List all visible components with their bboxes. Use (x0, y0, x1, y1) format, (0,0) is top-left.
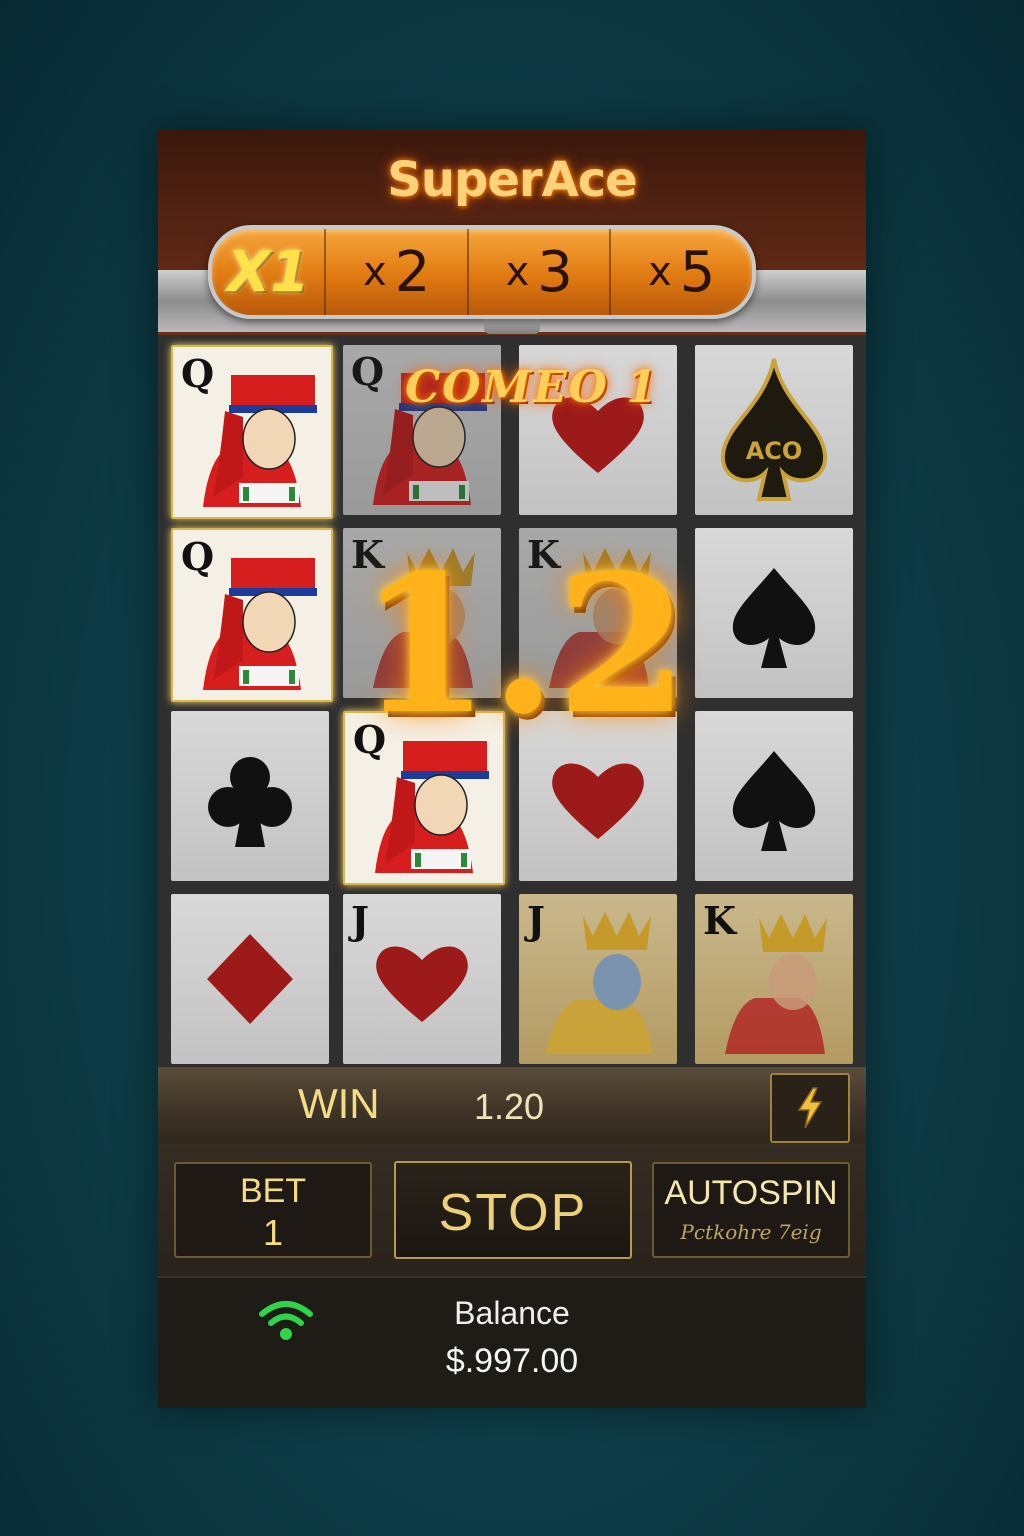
autospin-button[interactable]: AUTOSPIN Pctkohre 7eig (652, 1162, 850, 1258)
combo-text: COMEO 1 (405, 362, 659, 413)
multiplier-x2-prefix: x (363, 249, 387, 295)
card-rank: J (351, 898, 369, 943)
multiplier-x2: x2 (326, 229, 469, 315)
bet-button[interactable]: BET 1 (174, 1162, 372, 1258)
multiplier-x3-value: 3 (537, 239, 573, 305)
turbo-button[interactable] (770, 1073, 850, 1143)
card-jack-r4c3: J (519, 894, 677, 1064)
card-diamond-r4c1 (171, 894, 329, 1064)
multiplier-x2-value: 2 (394, 239, 431, 305)
autospin-label: AUTOSPIN (664, 1174, 838, 1212)
card-queen-r2c1: Q (171, 528, 333, 702)
spade-icon (732, 751, 816, 851)
game-title: SuperAce (387, 152, 637, 208)
pipe-tab (484, 318, 540, 334)
multiplier-x3: x3 (469, 229, 612, 315)
spade-icon (732, 568, 816, 668)
stop-button[interactable]: STOP (394, 1161, 632, 1259)
ace-label: ACO (746, 437, 803, 465)
ace-icon: ACO (720, 358, 828, 501)
card-ace-r1c4: ACO (695, 345, 853, 515)
lightning-icon (797, 1087, 823, 1129)
big-win-number: 1.2 (358, 533, 689, 756)
card-spade-r3c4 (695, 711, 853, 881)
card-rank: Q (181, 534, 215, 579)
card-rank: Q (351, 349, 385, 394)
card-rank: K (703, 898, 737, 943)
diamond-icon (207, 934, 293, 1024)
multiplier-x5-value: 5 (679, 239, 716, 305)
multiplier-x5: x5 (611, 229, 752, 315)
card-heart-r4c2: J (343, 894, 501, 1064)
bet-label: BET (239, 1172, 307, 1210)
autospin-sublabel: Pctkohre 7eig (680, 1220, 822, 1244)
multiplier-x5-prefix: x (648, 249, 672, 295)
stop-label: STOP (438, 1184, 588, 1242)
multiplier-x3-prefix: x (505, 249, 530, 295)
bet-value: 1 (262, 1212, 284, 1253)
card-rank: J (527, 898, 545, 943)
game-window: SuperAce X1 x2 x3 x5 Q Q ACO Q K K Q J J K COMEO … (158, 130, 866, 1408)
win-value: 1.20 (474, 1086, 545, 1127)
club-icon (208, 757, 292, 847)
card-spade-r2c4 (695, 528, 853, 698)
balance-label: Balance (454, 1295, 570, 1331)
multiplier-x1: X1 (212, 229, 327, 315)
balance-value: $.997.00 (445, 1342, 579, 1380)
multiplier-x1-label: X1 (227, 239, 310, 305)
card-king-r4c4: K (695, 894, 853, 1064)
card-rank: Q (181, 351, 215, 396)
multiplier-bar: X1 x2 x3 x5 (208, 225, 756, 319)
card-queen-r1c1: Q (171, 345, 333, 519)
win-label: WIN (298, 1080, 380, 1127)
card-club-r3c1 (171, 711, 329, 881)
